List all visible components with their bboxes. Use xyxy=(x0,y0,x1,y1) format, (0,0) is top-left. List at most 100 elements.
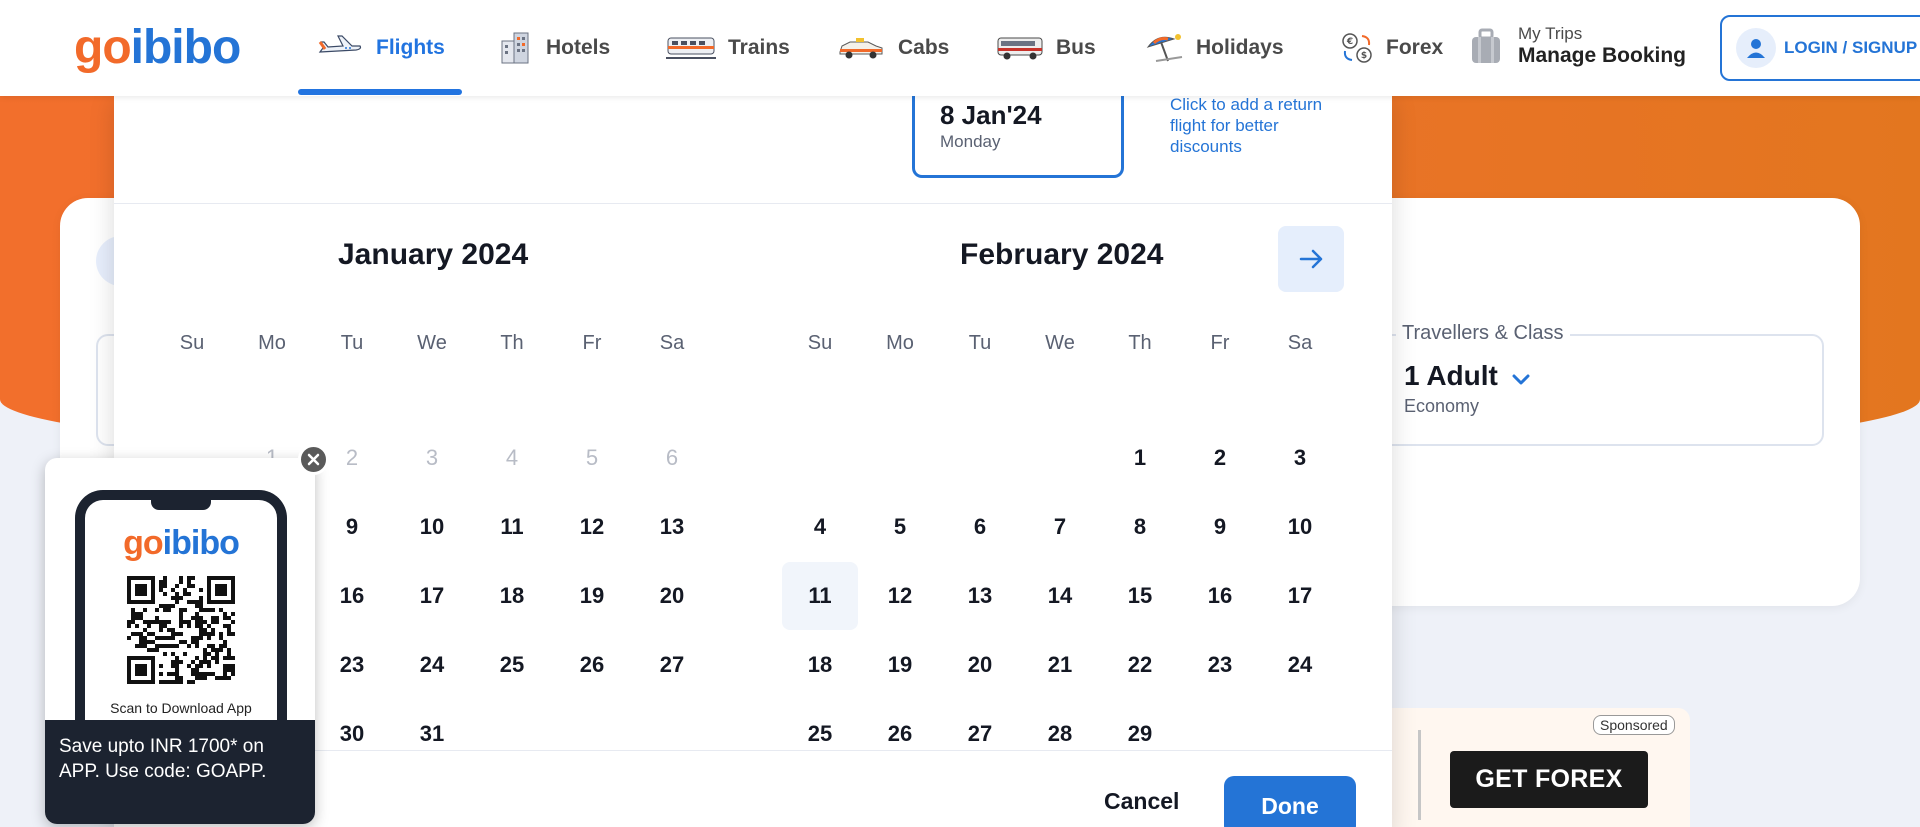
calendar-day: 6 xyxy=(665,445,679,470)
calendar-day[interactable]: 21 xyxy=(1022,631,1098,699)
calendar-day[interactable]: 27 xyxy=(942,700,1018,768)
calendar-day[interactable]: 7 xyxy=(1022,493,1098,561)
nav-forex-label: Forex xyxy=(1386,36,1444,59)
month-title-february: February 2024 xyxy=(960,238,1164,271)
hotel-building-icon xyxy=(501,32,529,64)
calendar-day[interactable]: 17 xyxy=(1262,562,1338,630)
calendar-day[interactable]: 25 xyxy=(782,700,858,768)
weekday-header: Fr xyxy=(582,332,602,354)
calendar-day[interactable]: 11 xyxy=(474,493,550,561)
get-forex-button[interactable]: GET FOREX xyxy=(1450,751,1648,808)
weekday-header: We xyxy=(1045,332,1075,354)
done-button[interactable]: Done xyxy=(1224,776,1356,827)
calendar-day[interactable]: 10 xyxy=(394,493,470,561)
calendar-day: 4 xyxy=(505,445,519,470)
calendar-day[interactable]: 22 xyxy=(1102,631,1178,699)
qr-code-icon xyxy=(127,576,235,684)
login-signup-label: LOGIN / SIGNUP xyxy=(1784,38,1918,57)
calendar-day[interactable]: 10 xyxy=(1262,493,1338,561)
weekday-header: Fr xyxy=(1210,332,1230,354)
calendar-day[interactable]: 20 xyxy=(634,562,710,630)
app-download-promo: goibibo Scan to Download App Save upto I… xyxy=(45,458,315,824)
nav-bus[interactable]: Bus xyxy=(996,28,1096,68)
calendar-day[interactable]: 15 xyxy=(1102,562,1178,630)
nav-holidays[interactable]: Holidays xyxy=(1144,28,1284,68)
departure-date[interactable]: 8 Jan'24 xyxy=(940,100,1042,131)
calendar-day[interactable]: 23 xyxy=(1182,631,1258,699)
calendar-day[interactable]: 29 xyxy=(1102,700,1178,768)
login-signup-button[interactable]: LOGIN / SIGNUP xyxy=(1720,15,1920,81)
weekday-header: Mo xyxy=(258,332,286,354)
calendar-day[interactable]: 4 xyxy=(782,493,858,561)
calendar-day[interactable]: 9 xyxy=(314,493,390,561)
calendar-day[interactable]: 23 xyxy=(314,631,390,699)
calendar-day[interactable]: 24 xyxy=(394,631,470,699)
calendar-day[interactable]: 13 xyxy=(942,562,1018,630)
calendar-day[interactable]: 19 xyxy=(554,562,630,630)
svg-text:€: € xyxy=(1346,37,1353,47)
next-month-button[interactable] xyxy=(1278,226,1344,292)
weekday-header: Th xyxy=(500,332,524,354)
calendar-day[interactable]: 26 xyxy=(862,700,938,768)
currency-exchange-icon: €$ xyxy=(1342,33,1372,63)
nav-trains-label: Trains xyxy=(728,36,790,59)
nav-trains[interactable]: Trains xyxy=(666,28,790,68)
nav-flights[interactable]: Flights xyxy=(316,28,445,68)
calendar-day[interactable]: 18 xyxy=(782,631,858,699)
calendar-day[interactable]: 6 xyxy=(942,493,1018,561)
calendar-day[interactable]: 16 xyxy=(1182,562,1258,630)
weekday-header: Th xyxy=(1128,332,1152,354)
nav-cabs-label: Cabs xyxy=(898,36,950,59)
nav-holidays-label: Holidays xyxy=(1196,36,1284,59)
cabin-class: Economy xyxy=(1404,396,1480,416)
nav-bus-label: Bus xyxy=(1056,36,1096,59)
cancel-button[interactable]: Cancel xyxy=(1104,788,1179,815)
weekday-header: We xyxy=(417,332,447,354)
bus-icon xyxy=(997,37,1043,60)
calendar-day[interactable]: 16 xyxy=(314,562,390,630)
calendar-day[interactable]: 12 xyxy=(554,493,630,561)
calendar-day[interactable]: 17 xyxy=(394,562,470,630)
nav-cabs[interactable]: Cabs xyxy=(836,28,949,68)
calendar-day[interactable]: 28 xyxy=(1022,700,1098,768)
calendar-day[interactable]: 9 xyxy=(1182,493,1258,561)
weekday-header: Mo xyxy=(886,332,914,354)
calendar-day[interactable]: 1 xyxy=(1102,424,1178,492)
calendar-day[interactable]: 13 xyxy=(634,493,710,561)
nav-forex[interactable]: € $ Forex xyxy=(1340,28,1443,68)
calendar-day[interactable]: 11 xyxy=(782,562,858,630)
calendar-day[interactable]: 2 xyxy=(1182,424,1258,492)
travellers-count[interactable]: 1 Adult xyxy=(1404,360,1498,392)
calendar-day[interactable]: 3 xyxy=(1262,424,1338,492)
chevron-down-icon[interactable] xyxy=(1510,368,1532,390)
calendar-day[interactable]: 26 xyxy=(554,631,630,699)
phone-mockup: goibibo Scan to Download App xyxy=(75,490,287,740)
weekday-header: Tu xyxy=(968,332,992,354)
calendar-day[interactable]: 18 xyxy=(474,562,550,630)
departure-weekday: Monday xyxy=(940,132,1001,151)
calendar-day[interactable]: 31 xyxy=(394,700,470,768)
calendar-day[interactable]: 5 xyxy=(862,493,938,561)
calendar-day[interactable]: 30 xyxy=(314,700,390,768)
sponsored-badge: Sponsored xyxy=(1593,715,1675,735)
nav-hotels[interactable]: Hotels xyxy=(498,28,610,68)
weekday-header: Sa xyxy=(659,332,685,354)
my-trips-link[interactable]: My Trips Manage Booking xyxy=(1468,24,1686,68)
calendar-day[interactable]: 14 xyxy=(1022,562,1098,630)
calendar-day[interactable]: 12 xyxy=(862,562,938,630)
promo-offer-text: Save upto INR 1700* on APP. Use code: GO… xyxy=(45,720,315,824)
travellers-class-label: Travellers & Class xyxy=(1396,322,1570,345)
calendar-day[interactable]: 19 xyxy=(862,631,938,699)
calendar-day[interactable]: 8 xyxy=(1102,493,1178,561)
calendar-day[interactable]: 25 xyxy=(474,631,550,699)
close-icon[interactable] xyxy=(298,444,329,475)
scan-to-download-text: Scan to Download App xyxy=(110,700,252,716)
calendar-day[interactable]: 24 xyxy=(1262,631,1338,699)
divider xyxy=(1418,730,1421,820)
calendar-day[interactable]: 27 xyxy=(634,631,710,699)
add-return-link[interactable]: Click to add a return flight for better … xyxy=(1170,94,1330,157)
weekday-header: Tu xyxy=(340,332,364,354)
goibibo-logo[interactable]: goibibo xyxy=(74,20,241,75)
suitcase-icon xyxy=(1472,28,1500,63)
calendar-day[interactable]: 20 xyxy=(942,631,1018,699)
